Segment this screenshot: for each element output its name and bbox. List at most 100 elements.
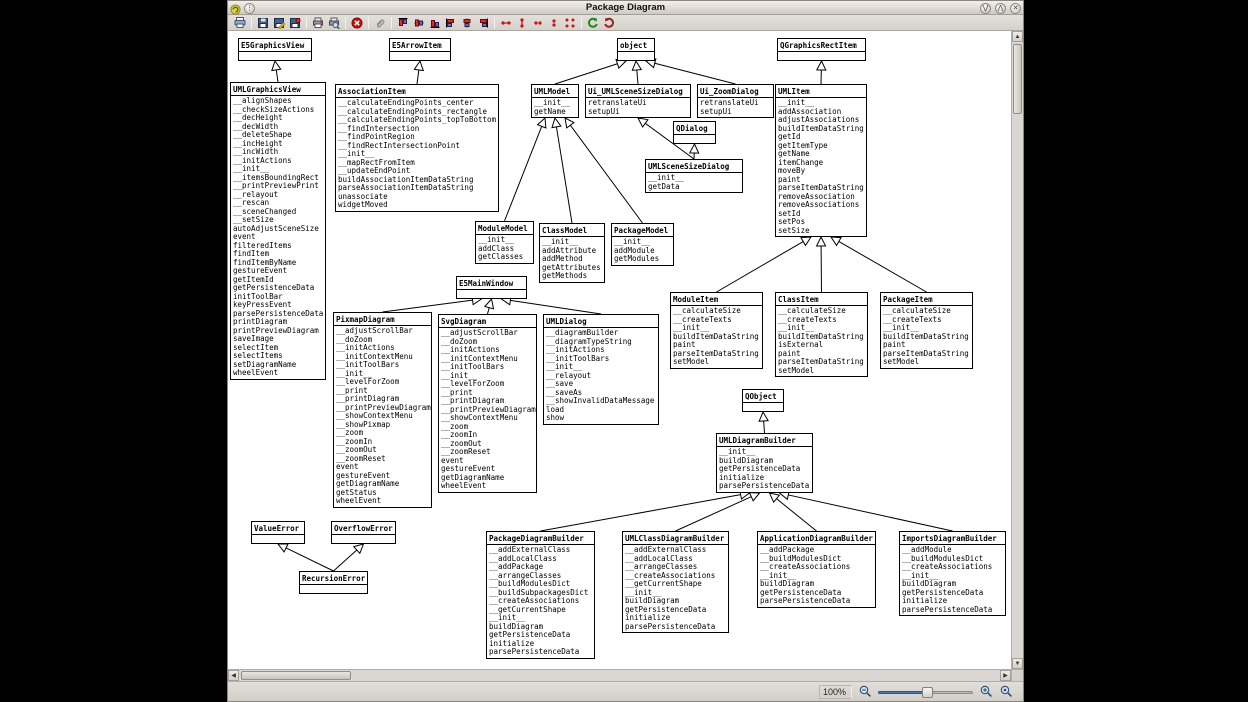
class-box-OverflowError[interactable]: OverflowError [331, 521, 396, 544]
align-right-icon[interactable] [476, 16, 490, 30]
class-box-QGraphicsRectItem[interactable]: QGraphicsRectItem [777, 38, 866, 61]
class-box-UMLGraphicsView[interactable]: UMLGraphicsView__alignShapes__checkSizeA… [230, 82, 326, 380]
scroll-right-arrow-icon[interactable]: ▶ [1000, 670, 1011, 681]
zoom-in-icon[interactable] [979, 685, 993, 699]
class-box-QObject[interactable]: QObject [742, 389, 784, 412]
horizontal-scroll-thumb[interactable] [241, 671, 351, 680]
class-box-PackageModel[interactable]: PackageModel__init__addModulegetModules [611, 223, 674, 266]
class-box-UMLClassDiagramBuilder[interactable]: UMLClassDiagramBuilder__addExternalClass… [622, 531, 729, 633]
class-member: __mapRectFromItem [336, 159, 498, 168]
class-box-ImportsDiagramBuilder[interactable]: ImportsDiagramBuilder__addModule__buildM… [899, 531, 1006, 616]
class-members [743, 403, 783, 411]
class-box-AssociationItem[interactable]: AssociationItem__calculateEndingPoints_c… [335, 84, 499, 212]
class-box-Ui_ZoomDialog[interactable]: Ui_ZoomDialogretranslateUisetupUi [697, 84, 774, 118]
increase-height-icon[interactable] [515, 16, 529, 30]
window-maximize-button[interactable]: ⋀ [995, 3, 1006, 14]
class-box-ValueError[interactable]: ValueError [251, 521, 305, 544]
toolbar-separator [368, 17, 369, 29]
class-member: __zoomOut [439, 440, 536, 449]
zoom-slider[interactable] [878, 685, 973, 699]
class-member: wheelEvent [231, 369, 325, 378]
class-member: getName [776, 150, 866, 159]
zoom-out-icon[interactable] [858, 685, 872, 699]
zoom-reset-icon[interactable] [999, 685, 1013, 699]
print-diagram-icon[interactable] [311, 16, 325, 30]
class-member: __init__ [231, 165, 325, 174]
increase-width-icon[interactable] [499, 16, 513, 30]
class-box-RecursionError[interactable]: RecursionError [299, 571, 368, 594]
class-box-E5MainWindow[interactable]: E5MainWindow [456, 276, 527, 299]
class-box-UMLDialog[interactable]: UMLDialog__diagramBuilder__diagramTypeSt… [543, 314, 659, 425]
print-preview-icon[interactable] [327, 16, 341, 30]
set-size-icon[interactable] [563, 16, 577, 30]
class-member: __initContextMenu [439, 355, 536, 364]
decrease-height-icon[interactable] [547, 16, 561, 30]
class-box-Ui_UMLSceneSizeDialog[interactable]: Ui_UMLSceneSizeDialogretranslateUisetupU… [585, 84, 691, 118]
align-top-icon[interactable] [396, 16, 410, 30]
class-name: ModuleItem [671, 293, 762, 306]
class-box-UMLModel[interactable]: UMLModel__init__getName [531, 84, 579, 118]
save-image-icon[interactable] [288, 16, 302, 30]
class-box-ApplicationDiagramBuilder[interactable]: ApplicationDiagramBuilder__addPackage__b… [757, 531, 876, 608]
class-member: __findIntersection [336, 125, 498, 134]
window-shade-button[interactable]: ⋁ [980, 3, 991, 14]
relayout-icon[interactable] [586, 16, 600, 30]
class-box-QDialog[interactable]: QDialog [673, 121, 716, 144]
toolbar-separator [345, 17, 346, 29]
printer-icon[interactable] [233, 16, 247, 30]
class-members: retranslateUisetupUi [698, 98, 773, 117]
scroll-up-arrow-icon[interactable]: ▲ [1012, 31, 1023, 42]
align-left-icon[interactable] [444, 16, 458, 30]
class-box-UMLSceneSizeDialog[interactable]: UMLSceneSizeDialog__init__getData [645, 159, 743, 193]
class-box-ClassItem[interactable]: ClassItem__calculateSize__createTexts__i… [775, 292, 868, 377]
class-members: __init__addAssociationadjustAssociations… [776, 98, 866, 236]
vertical-scrollbar[interactable]: ▲ ▼ [1011, 31, 1023, 669]
delete-icon[interactable] [350, 16, 364, 30]
class-box-ModuleModel[interactable]: ModuleModel__init__addClassgetClasses [475, 221, 534, 264]
class-member: initialize [487, 640, 594, 649]
window-titlebar[interactable]: ⋮ Package Diagram ⋁ ⋀ ✕ [228, 1, 1023, 15]
inheritance-edge [556, 127, 572, 223]
class-member: __initToolBars [334, 361, 431, 370]
class-box-SvgDiagram[interactable]: SvgDiagram__adjustScrollBar__doZoom__ini… [438, 314, 537, 493]
scroll-down-arrow-icon[interactable]: ▼ [1012, 658, 1023, 669]
class-member: __createTexts [671, 316, 762, 325]
class-member: __updateEndPoint [336, 167, 498, 176]
class-box-ModuleItem[interactable]: ModuleItem__calculateSize__createTexts__… [670, 292, 763, 369]
content-area: E5GraphicsView UMLGraphicsView__alignShap… [228, 31, 1023, 669]
diagram-canvas[interactable]: E5GraphicsView UMLGraphicsView__alignShap… [228, 31, 1011, 669]
class-box-UMLDiagramBuilder[interactable]: UMLDiagramBuilder__init__buildDiagramget… [716, 433, 813, 493]
class-box-E5GraphicsView[interactable]: E5GraphicsView [238, 38, 312, 61]
window-menu-button[interactable]: ⋮ [244, 3, 255, 14]
class-box-PixmapDiagram[interactable]: PixmapDiagram__adjustScrollBar__doZoom__… [333, 312, 432, 508]
align-hcenter-icon[interactable] [460, 16, 474, 30]
class-box-ClassModel[interactable]: ClassModel__init__addAttributeaddMethodg… [539, 223, 605, 283]
class-name: UMLDiagramBuilder [717, 434, 812, 447]
align-bottom-icon[interactable] [428, 16, 442, 30]
vertical-scroll-track[interactable] [1012, 42, 1023, 658]
inheritance-edge [276, 70, 278, 82]
vertical-scroll-thumb[interactable] [1013, 44, 1022, 114]
horizontal-scroll-track[interactable] [239, 670, 1000, 681]
paperclip-icon[interactable] [373, 16, 387, 30]
inheritance-edge [555, 64, 617, 84]
class-name: PixmapDiagram [334, 313, 431, 326]
class-box-object[interactable]: object [617, 38, 655, 61]
inheritance-edge [334, 550, 357, 571]
decrease-width-icon[interactable] [531, 16, 545, 30]
class-member: __arrangeClasses [487, 572, 594, 581]
save-as-icon[interactable] [272, 16, 286, 30]
class-box-UMLItem[interactable]: UMLItem__init__addAssociationadjustAssoc… [775, 84, 867, 237]
class-box-PackageDiagramBuilder[interactable]: PackageDiagramBuilder__addExternalClass_… [486, 531, 595, 659]
align-vcenter-icon[interactable] [412, 16, 426, 30]
window-close-button[interactable]: ✕ [1010, 3, 1021, 14]
save-icon[interactable] [256, 16, 270, 30]
zoom-slider-handle[interactable] [922, 687, 933, 698]
class-box-E5ArrowItem[interactable]: E5ArrowItem [389, 38, 451, 61]
class-box-PackageItem[interactable]: PackageItem__calculateSize__createTexts_… [880, 292, 973, 369]
scroll-left-arrow-icon[interactable]: ◀ [228, 670, 239, 681]
toolbar-group [349, 16, 365, 30]
horizontal-scrollbar[interactable]: ◀ ▶ [228, 669, 1023, 681]
inheritance-arrow [831, 237, 841, 245]
rescan-icon[interactable] [602, 16, 616, 30]
